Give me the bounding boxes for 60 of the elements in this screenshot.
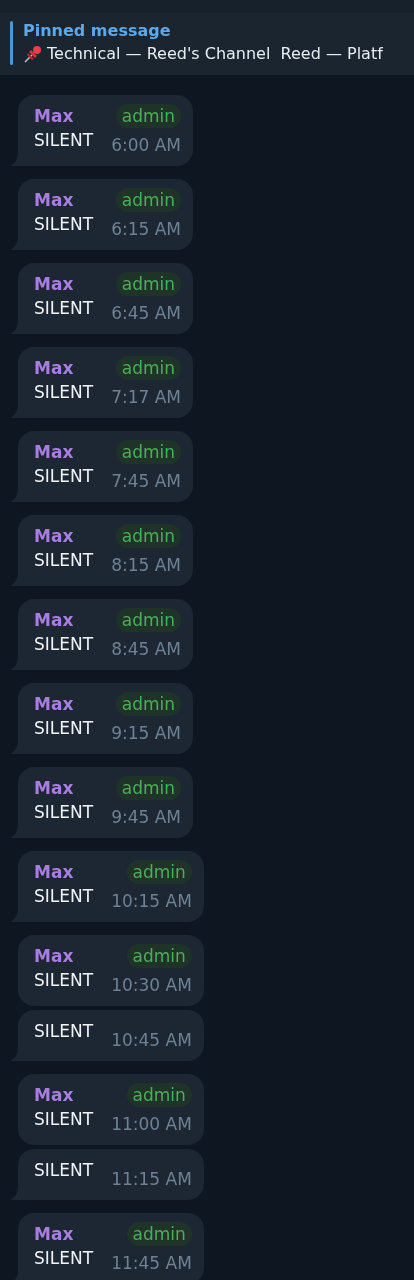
message-text: SILENT <box>34 1020 94 1043</box>
sender-name: Max <box>34 609 75 632</box>
sender-name: Max <box>34 273 75 296</box>
message-text: SILENT <box>34 969 94 992</box>
message-text: SILENT <box>34 633 94 656</box>
message-time: 8:15 AM <box>111 554 181 576</box>
admin-badge: admin <box>115 272 181 296</box>
message-text: SILENT <box>34 129 94 152</box>
pinned-title: Pinned message <box>23 21 172 41</box>
admin-badge: admin <box>115 188 181 212</box>
message-text: SILENT <box>34 1247 94 1270</box>
admin-badge: admin <box>115 440 181 464</box>
pushpin-icon <box>23 44 43 64</box>
message-time: 7:45 AM <box>111 470 181 492</box>
message-time: 11:15 AM <box>111 1168 192 1190</box>
message-time: 9:45 AM <box>111 806 181 828</box>
sender-name: Max <box>34 1084 75 1107</box>
message-time: 10:15 AM <box>111 890 192 912</box>
admin-badge: admin <box>115 608 181 632</box>
message-time: 6:00 AM <box>111 134 181 156</box>
message-time: 7:17 AM <box>111 386 181 408</box>
message-time: 11:00 AM <box>111 1113 192 1135</box>
message-time: 6:15 AM <box>111 218 181 240</box>
sender-name: Max <box>34 1223 75 1246</box>
sender-name: Max <box>34 441 75 464</box>
message-text: SILENT <box>34 885 94 908</box>
message-text: SILENT <box>34 381 94 404</box>
sender-name: Max <box>34 861 75 884</box>
message-text: SILENT <box>34 297 94 320</box>
message-text: SILENT <box>34 465 94 488</box>
message-time: 10:30 AM <box>111 974 192 996</box>
message-time: 8:45 AM <box>111 638 181 660</box>
sender-name: Max <box>34 525 75 548</box>
admin-badge: admin <box>126 944 192 968</box>
sender-name: Max <box>34 189 75 212</box>
admin-badge: admin <box>115 356 181 380</box>
sender-name: Max <box>34 693 75 716</box>
message-time: 9:15 AM <box>111 722 181 744</box>
sender-name: Max <box>34 357 75 380</box>
message-text: SILENT <box>34 1159 94 1182</box>
admin-badge: admin <box>115 524 181 548</box>
message-time: 11:45 AM <box>111 1252 192 1274</box>
pinned-message-bar[interactable]: Pinned message Technical — Reed's Channel Reed — Platf <box>0 13 414 75</box>
message-time: 6:45 AM <box>111 302 181 324</box>
admin-badge: admin <box>126 1222 192 1246</box>
sender-name: Max <box>34 105 75 128</box>
message-time: 10:45 AM <box>111 1029 192 1051</box>
sender-name: Max <box>34 777 75 800</box>
sender-name: Max <box>34 945 75 968</box>
message-text: SILENT <box>34 549 94 572</box>
pinned-text: Technical — Reed's Channel Reed — Platf <box>47 43 383 65</box>
message-text: SILENT <box>34 1108 94 1131</box>
message-text: SILENT <box>34 801 94 824</box>
admin-badge: admin <box>115 104 181 128</box>
admin-badge: admin <box>126 860 192 884</box>
admin-badge: admin <box>126 1083 192 1107</box>
admin-badge: admin <box>115 692 181 716</box>
admin-badge: admin <box>115 776 181 800</box>
message-text: SILENT <box>34 213 94 236</box>
message-text: SILENT <box>34 717 94 740</box>
